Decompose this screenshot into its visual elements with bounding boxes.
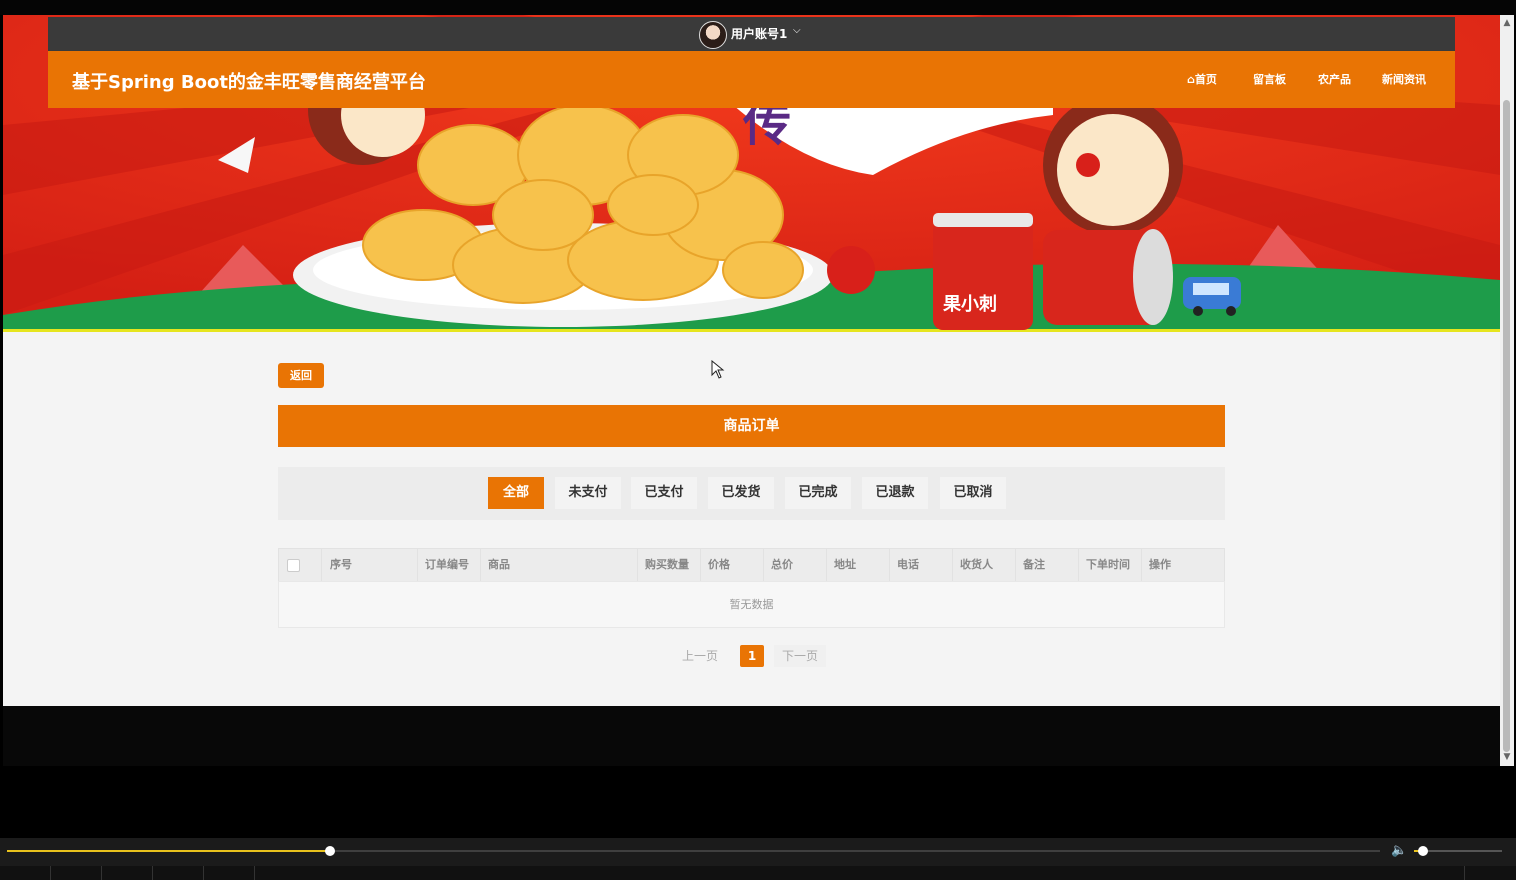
top-black-strip bbox=[0, 0, 1516, 15]
page-title: 商品订单 bbox=[278, 405, 1225, 447]
pager-prev-button[interactable]: 上一页 bbox=[682, 645, 718, 667]
nav-products[interactable]: 农产品 bbox=[1318, 71, 1351, 87]
nav-message-board[interactable]: 留言板 bbox=[1253, 71, 1286, 87]
taskbar-divider bbox=[203, 866, 204, 880]
tab-cancelled[interactable]: 已取消 bbox=[940, 477, 1006, 509]
scroll-up-arrow-icon[interactable]: ▲ bbox=[1502, 18, 1512, 30]
video-progress-knob[interactable] bbox=[325, 846, 335, 856]
tab-completed[interactable]: 已完成 bbox=[785, 477, 851, 509]
column-divider bbox=[1078, 549, 1079, 581]
chevron-down-icon[interactable]: ⌵ bbox=[793, 25, 801, 36]
column-divider bbox=[952, 549, 953, 581]
col-remark: 备注 bbox=[1023, 558, 1045, 571]
column-divider bbox=[700, 549, 701, 581]
column-divider bbox=[826, 549, 827, 581]
column-divider bbox=[480, 549, 481, 581]
user-account-bar: 用户账号1 ⌵ bbox=[48, 17, 1455, 51]
video-progress-fill bbox=[7, 850, 330, 852]
tab-all[interactable]: 全部 bbox=[488, 477, 544, 509]
column-divider bbox=[1015, 549, 1016, 581]
volume-slider-knob[interactable] bbox=[1418, 846, 1428, 856]
taskbar-divider bbox=[254, 866, 255, 880]
page-footer bbox=[3, 706, 1500, 766]
taskbar-divider bbox=[152, 866, 153, 880]
nav-news[interactable]: 新闻资讯 bbox=[1382, 71, 1426, 87]
user-avatar[interactable] bbox=[699, 21, 727, 49]
col-receiver: 收货人 bbox=[960, 558, 993, 571]
pager-current-page[interactable]: 1 bbox=[740, 645, 764, 667]
browser-viewport: 传 果小刺 用户账号1 ⌵ 基于Spring Boot的金丰旺零售商经营平台 ⌂… bbox=[3, 15, 1500, 766]
hero-banner: 传 果小刺 用户账号1 ⌵ 基于Spring Boot的金丰旺零售商经营平台 ⌂… bbox=[3, 15, 1500, 332]
tab-shipped[interactable]: 已发货 bbox=[708, 477, 774, 509]
mouse-cursor-icon bbox=[711, 360, 725, 379]
col-order-time: 下单时间 bbox=[1086, 558, 1130, 571]
col-address: 地址 bbox=[834, 558, 856, 571]
col-index: 序号 bbox=[330, 558, 352, 571]
column-divider bbox=[417, 549, 418, 581]
col-phone: 电话 bbox=[897, 558, 919, 571]
column-divider bbox=[321, 549, 322, 581]
col-quantity: 购买数量 bbox=[645, 558, 689, 571]
back-button[interactable]: 返回 bbox=[278, 363, 324, 388]
taskbar bbox=[0, 866, 1516, 880]
taskbar-divider bbox=[1464, 866, 1465, 880]
scroll-down-arrow-icon[interactable]: ▼ bbox=[1502, 752, 1512, 764]
tab-unpaid[interactable]: 未支付 bbox=[555, 477, 621, 509]
video-player-controls bbox=[0, 838, 1516, 866]
col-actions: 操作 bbox=[1149, 558, 1171, 571]
orders-table-empty: 暂无数据 bbox=[278, 581, 1225, 628]
taskbar-divider bbox=[50, 866, 51, 880]
scrollbar-thumb[interactable] bbox=[1503, 100, 1510, 752]
tab-refunded[interactable]: 已退款 bbox=[862, 477, 928, 509]
col-total: 总价 bbox=[771, 558, 793, 571]
column-divider bbox=[763, 549, 764, 581]
nav-home-label: 首页 bbox=[1194, 73, 1217, 86]
pager-next-button[interactable]: 下一页 bbox=[774, 645, 827, 667]
site-title[interactable]: 基于Spring Boot的金丰旺零售商经营平台 bbox=[72, 68, 426, 94]
orders-table-header: 序号 订单编号 商品 购买数量 价格 总价 地址 电话 收货人 备注 下单时间 … bbox=[278, 548, 1225, 582]
user-account-name[interactable]: 用户账号1 bbox=[731, 25, 787, 42]
column-divider bbox=[1141, 549, 1142, 581]
tab-paid[interactable]: 已支付 bbox=[631, 477, 697, 509]
home-icon: ⌂ bbox=[1187, 73, 1195, 86]
svg-text:果小刺: 果小刺 bbox=[942, 294, 997, 315]
col-price: 价格 bbox=[708, 558, 730, 571]
taskbar-divider bbox=[101, 866, 102, 880]
column-divider bbox=[637, 549, 638, 581]
main-navbar: 基于Spring Boot的金丰旺零售商经营平台 ⌂首页 留言板 农产品 新闻资… bbox=[48, 51, 1455, 108]
volume-icon[interactable]: 🔈 bbox=[1391, 843, 1407, 858]
col-order-number: 订单编号 bbox=[425, 558, 469, 571]
nav-home[interactable]: ⌂首页 bbox=[1187, 71, 1217, 87]
col-product: 商品 bbox=[488, 558, 510, 571]
column-divider bbox=[889, 549, 890, 581]
select-all-checkbox[interactable] bbox=[287, 559, 300, 572]
